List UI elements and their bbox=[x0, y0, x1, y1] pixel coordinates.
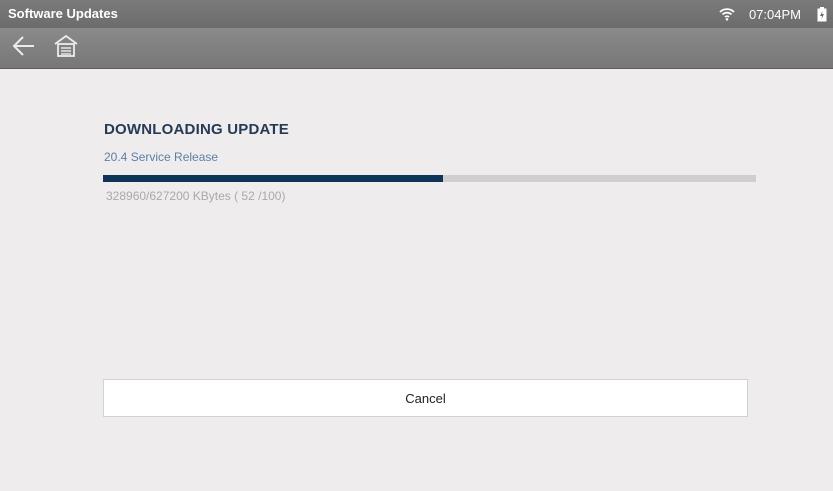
app-title: Software Updates bbox=[8, 6, 118, 21]
home-button[interactable] bbox=[52, 34, 80, 62]
progress-status-text: 328960/627200 KBytes ( 52 /100) bbox=[106, 189, 286, 203]
download-progress-fill bbox=[103, 175, 443, 182]
home-icon bbox=[53, 33, 79, 64]
status-bar: Software Updates 07:04PM bbox=[0, 0, 833, 28]
page-title: DOWNLOADING UPDATE bbox=[104, 121, 289, 138]
software-updates-screen: Software Updates 07:04PM DOWNLOADING UPD… bbox=[0, 0, 833, 491]
wifi-icon bbox=[719, 7, 735, 21]
main-content: DOWNLOADING UPDATE 20.4 Service Release … bbox=[0, 69, 833, 491]
cancel-button[interactable]: Cancel bbox=[103, 379, 748, 417]
navigation-bar bbox=[0, 28, 833, 69]
back-button[interactable] bbox=[10, 34, 38, 62]
release-name: 20.4 Service Release bbox=[104, 150, 219, 164]
status-indicators: 07:04PM bbox=[719, 5, 827, 23]
clock: 07:04PM bbox=[748, 6, 801, 22]
battery-icon bbox=[817, 6, 827, 22]
back-arrow-icon bbox=[11, 33, 37, 64]
download-progress-bar bbox=[103, 175, 756, 182]
